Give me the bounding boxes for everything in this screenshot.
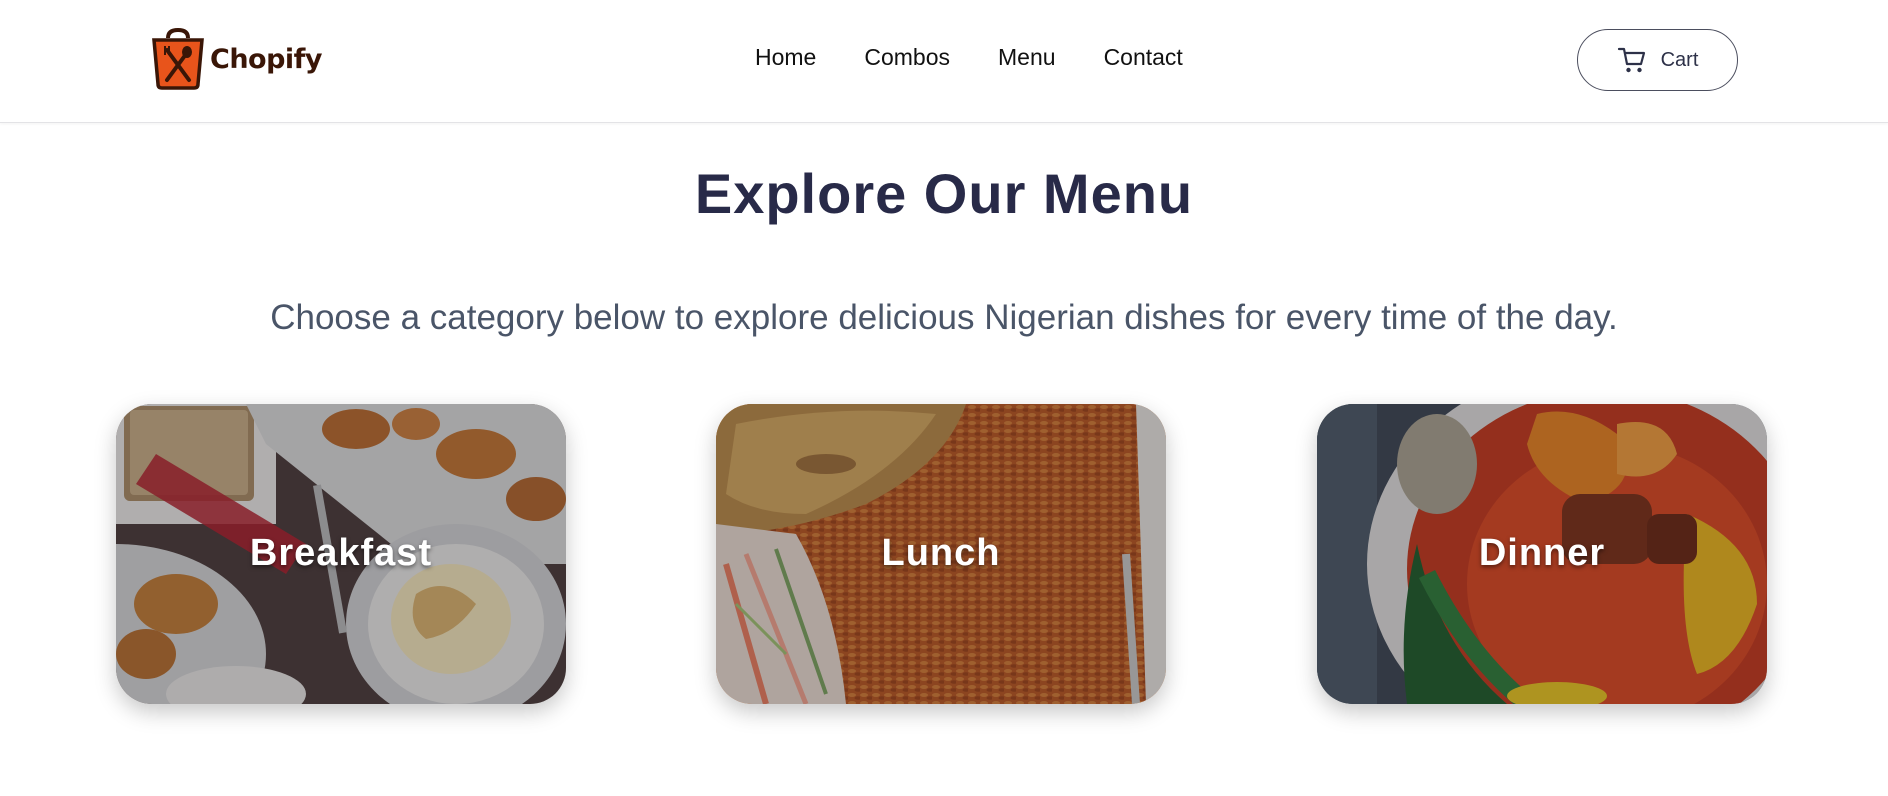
cart-icon <box>1617 47 1645 73</box>
nav-home[interactable]: Home <box>755 44 816 71</box>
category-card-lunch[interactable]: Lunch <box>716 404 1166 704</box>
nav-contact[interactable]: Contact <box>1104 44 1183 71</box>
category-card-dinner[interactable]: Dinner <box>1317 404 1767 704</box>
cart-label: Cart <box>1660 48 1699 71</box>
logo-text: Chopify <box>210 43 323 75</box>
category-card-breakfast[interactable]: Breakfast <box>116 404 566 704</box>
card-label: Dinner <box>1478 532 1606 574</box>
logo[interactable]: Chopify <box>148 27 323 91</box>
page-title: Explore Our Menu <box>694 162 1194 225</box>
cart-button[interactable]: Cart <box>1577 29 1738 91</box>
nav-combos[interactable]: Combos <box>864 44 950 71</box>
main-nav: Home Combos Menu Contact <box>755 44 1183 71</box>
site-header: Chopify Home Combos Menu Contact Cart <box>0 0 1888 123</box>
nav-menu[interactable]: Menu <box>998 44 1056 71</box>
card-label: Lunch <box>881 532 1001 574</box>
card-label: Breakfast <box>249 532 433 574</box>
bag-fork-spoon-icon <box>152 28 204 90</box>
page-subtitle: Choose a category below to explore delic… <box>270 298 1618 337</box>
